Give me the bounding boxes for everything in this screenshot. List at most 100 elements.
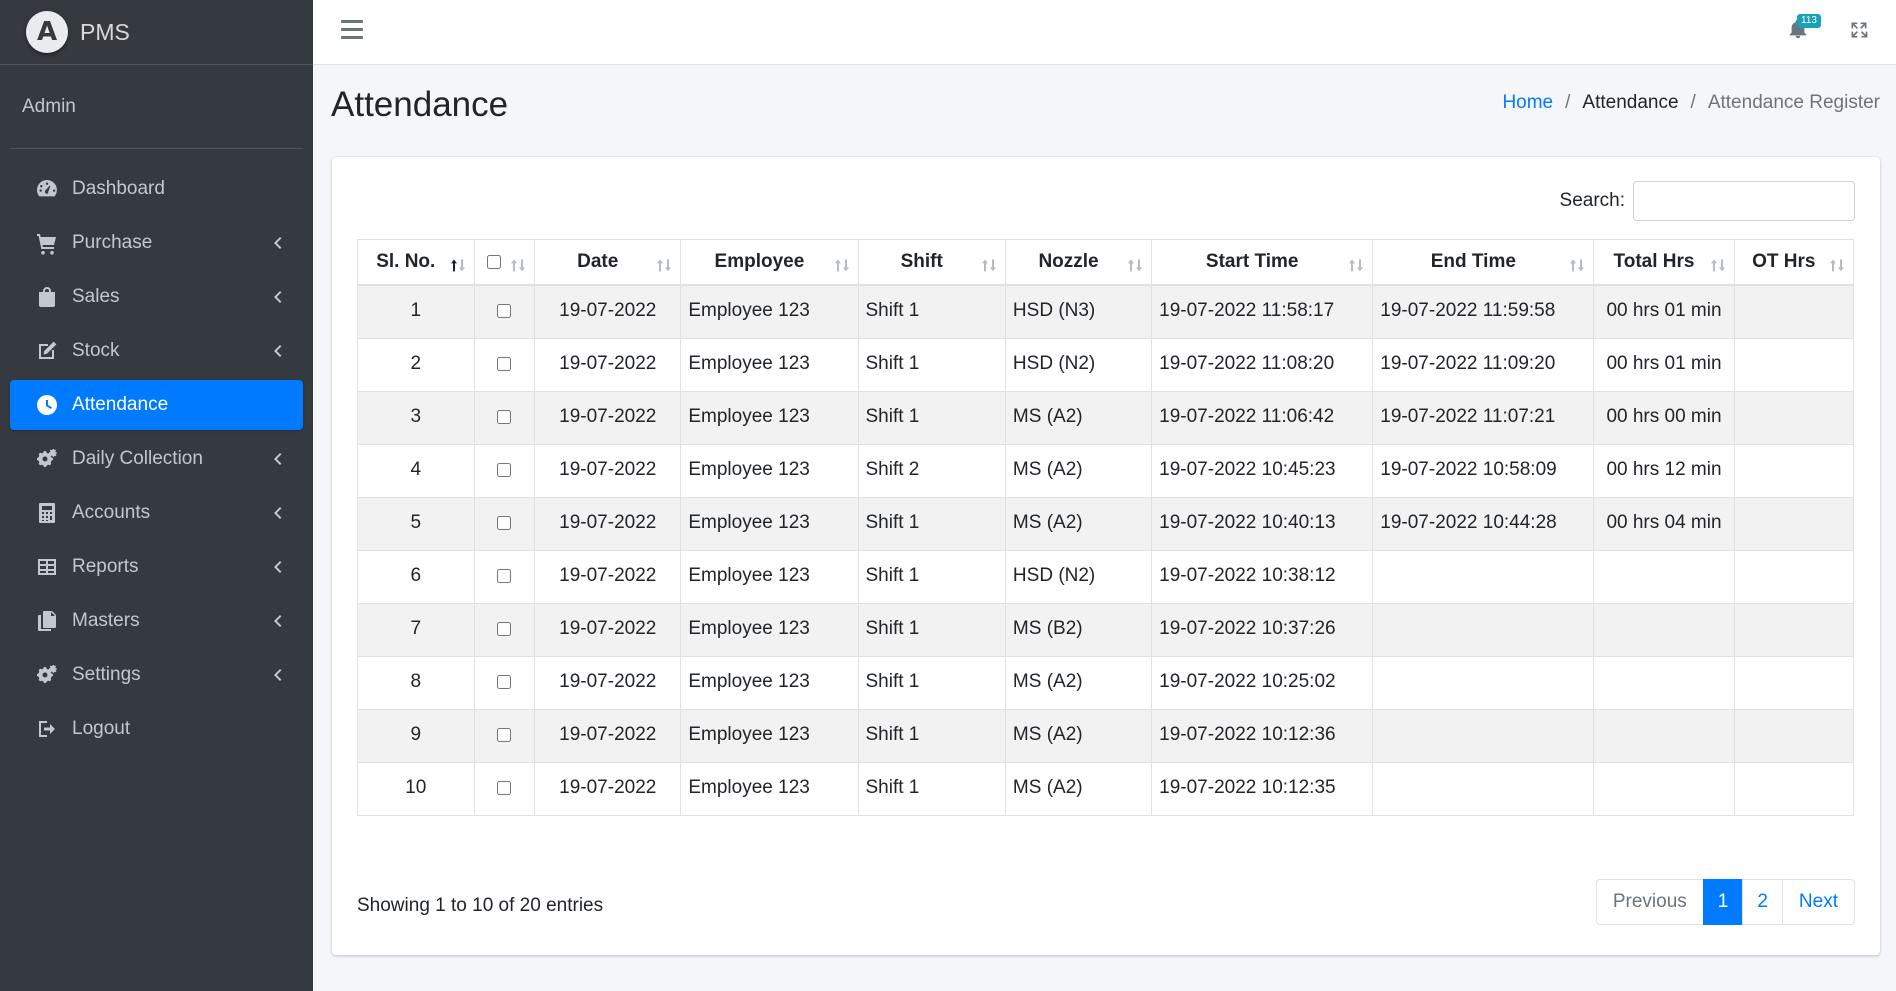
row-checkbox[interactable] xyxy=(497,356,512,371)
row-checkbox[interactable] xyxy=(497,727,512,742)
sidebar-item-reports[interactable]: Reports xyxy=(10,542,303,592)
table-cell: 3 xyxy=(357,390,475,445)
pagination-page-2[interactable]: 2 xyxy=(1742,879,1783,925)
table-cell: 19-07-2022 xyxy=(534,390,682,445)
column-header[interactable]: End Time xyxy=(1372,239,1595,286)
row-checkbox[interactable] xyxy=(497,674,512,689)
table-cell: Employee 123 xyxy=(680,708,859,763)
table-cell: 1 xyxy=(357,284,475,339)
select-all-checkbox[interactable] xyxy=(487,254,502,269)
row-select-cell xyxy=(473,390,536,445)
notifications-button[interactable]: 113 xyxy=(1787,14,1821,42)
row-checkbox[interactable] xyxy=(497,303,512,318)
table-cell: 19-07-2022 xyxy=(534,761,682,816)
table-cell: MS (A2) xyxy=(1004,761,1153,816)
table-cell: 19-07-2022 10:44:28 xyxy=(1372,496,1595,551)
table-row: 2 19-07-2022 Employee 123 Shift 1 HSD (N2) 19… xyxy=(357,337,1855,392)
row-checkbox[interactable] xyxy=(497,462,512,477)
clock-icon xyxy=(34,393,60,417)
row-checkbox[interactable] xyxy=(497,621,512,636)
column-header[interactable]: Total Hrs xyxy=(1593,239,1735,286)
content-header: Attendance Home / Attendance / Attendanc… xyxy=(313,65,1896,155)
table-cell: Shift 1 xyxy=(857,337,1006,392)
sidebar-item-settings[interactable]: Settings xyxy=(10,650,303,700)
expand-arrows-icon xyxy=(1851,22,1868,38)
table-row: 10 19-07-2022 Employee 123 Shift 1 MS (A2) 19… xyxy=(357,761,1855,816)
row-select-cell xyxy=(473,655,536,710)
sidebar-item-attendance[interactable]: Attendance xyxy=(10,380,303,430)
table-cell: Shift 1 xyxy=(857,284,1006,339)
row-select-cell xyxy=(473,602,536,657)
column-header-label: Employee xyxy=(714,250,805,272)
table-cell: 4 xyxy=(357,443,475,498)
table-cell: 19-07-2022 11:58:17 xyxy=(1151,284,1374,339)
column-header[interactable]: OT Hrs xyxy=(1733,239,1855,286)
user-panel[interactable]: Admin xyxy=(10,65,303,149)
row-checkbox[interactable] xyxy=(497,515,512,530)
table-cell: 19-07-2022 xyxy=(534,549,682,604)
sort-icon xyxy=(1829,256,1845,272)
column-header[interactable]: Start Time xyxy=(1151,239,1374,286)
cart-icon xyxy=(34,231,60,255)
chevron-left-icon xyxy=(271,343,283,359)
menu-toggle-icon[interactable] xyxy=(341,20,363,40)
table-cell: 00 hrs 04 min xyxy=(1593,496,1735,551)
table-cell: 5 xyxy=(357,496,475,551)
fullscreen-button[interactable] xyxy=(1849,20,1871,42)
sidebar-item-logout[interactable]: Logout xyxy=(10,704,303,754)
column-header-label: Sl. No. xyxy=(376,250,436,272)
row-checkbox[interactable] xyxy=(497,568,512,583)
table-cell: 00 hrs 01 min xyxy=(1593,284,1735,339)
column-header[interactable]: Employee xyxy=(680,239,859,286)
sidebar-item-dashboard[interactable]: Dashboard xyxy=(10,164,303,214)
sidebar-item-label: Purchase xyxy=(72,232,153,253)
table-cell xyxy=(1733,337,1855,392)
table-cell: 19-07-2022 11:59:58 xyxy=(1372,284,1595,339)
column-header[interactable]: Sl. No. xyxy=(357,239,475,286)
column-header[interactable]: Nozzle xyxy=(1004,239,1153,286)
row-checkbox[interactable] xyxy=(497,409,512,424)
user-name: Admin xyxy=(22,95,76,117)
table-cell: MS (B2) xyxy=(1004,602,1153,657)
table-cell: 19-07-2022 10:40:13 xyxy=(1151,496,1374,551)
sidebar-item-stock[interactable]: Stock xyxy=(10,326,303,376)
brand-name: PMS xyxy=(80,18,130,45)
table-cell: Employee 123 xyxy=(680,655,859,710)
table-cell: 19-07-2022 xyxy=(534,284,682,339)
sort-icon xyxy=(834,256,850,272)
breadcrumb-home-link[interactable]: Home xyxy=(1502,92,1553,114)
sort-asc-icon xyxy=(450,256,466,272)
sidebar-item-masters[interactable]: Masters xyxy=(10,596,303,646)
pagination-page-1[interactable]: 1 xyxy=(1702,879,1744,925)
table-cell: 00 hrs 00 min xyxy=(1593,390,1735,445)
table-cell xyxy=(1733,390,1855,445)
sort-icon xyxy=(1348,256,1364,272)
table-cell: 19-07-2022 10:12:35 xyxy=(1151,761,1374,816)
pagination-previous-button[interactable]: Previous xyxy=(1595,879,1704,925)
brand-link[interactable]: A PMS xyxy=(0,0,313,65)
table-row: 7 19-07-2022 Employee 123 Shift 1 MS (B2) 19-… xyxy=(357,602,1855,657)
table-cell xyxy=(1372,655,1595,710)
column-header[interactable]: Date xyxy=(534,239,682,286)
table-cell: Shift 1 xyxy=(857,602,1006,657)
sidebar-item-sales[interactable]: Sales xyxy=(10,272,303,322)
select-all-header[interactable] xyxy=(473,239,536,286)
sort-icon xyxy=(1127,256,1143,272)
column-header[interactable]: Shift xyxy=(857,239,1006,286)
table-cell xyxy=(1593,761,1735,816)
table-cell: 19-07-2022 10:38:12 xyxy=(1151,549,1374,604)
search-input[interactable] xyxy=(1633,181,1855,221)
pagination-next-button[interactable]: Next xyxy=(1781,879,1855,925)
sidebar-item-label: Daily Collection xyxy=(72,448,203,469)
sidebar-item-accounts[interactable]: Accounts xyxy=(10,488,303,538)
row-checkbox[interactable] xyxy=(497,780,512,795)
sidebar-item-daily-collection[interactable]: Daily Collection xyxy=(10,434,303,484)
sidebar-item-purchase[interactable]: Purchase xyxy=(10,218,303,268)
attendance-table: Sl. No. Date Employee Shift Nozzle Start Time… xyxy=(357,239,1855,816)
table-cell: 7 xyxy=(357,602,475,657)
breadcrumb-section: Attendance xyxy=(1582,92,1679,113)
sort-icon xyxy=(981,256,997,272)
table-cell: Employee 123 xyxy=(680,284,859,339)
table-cell: 9 xyxy=(357,708,475,763)
chevron-left-icon xyxy=(271,505,283,521)
